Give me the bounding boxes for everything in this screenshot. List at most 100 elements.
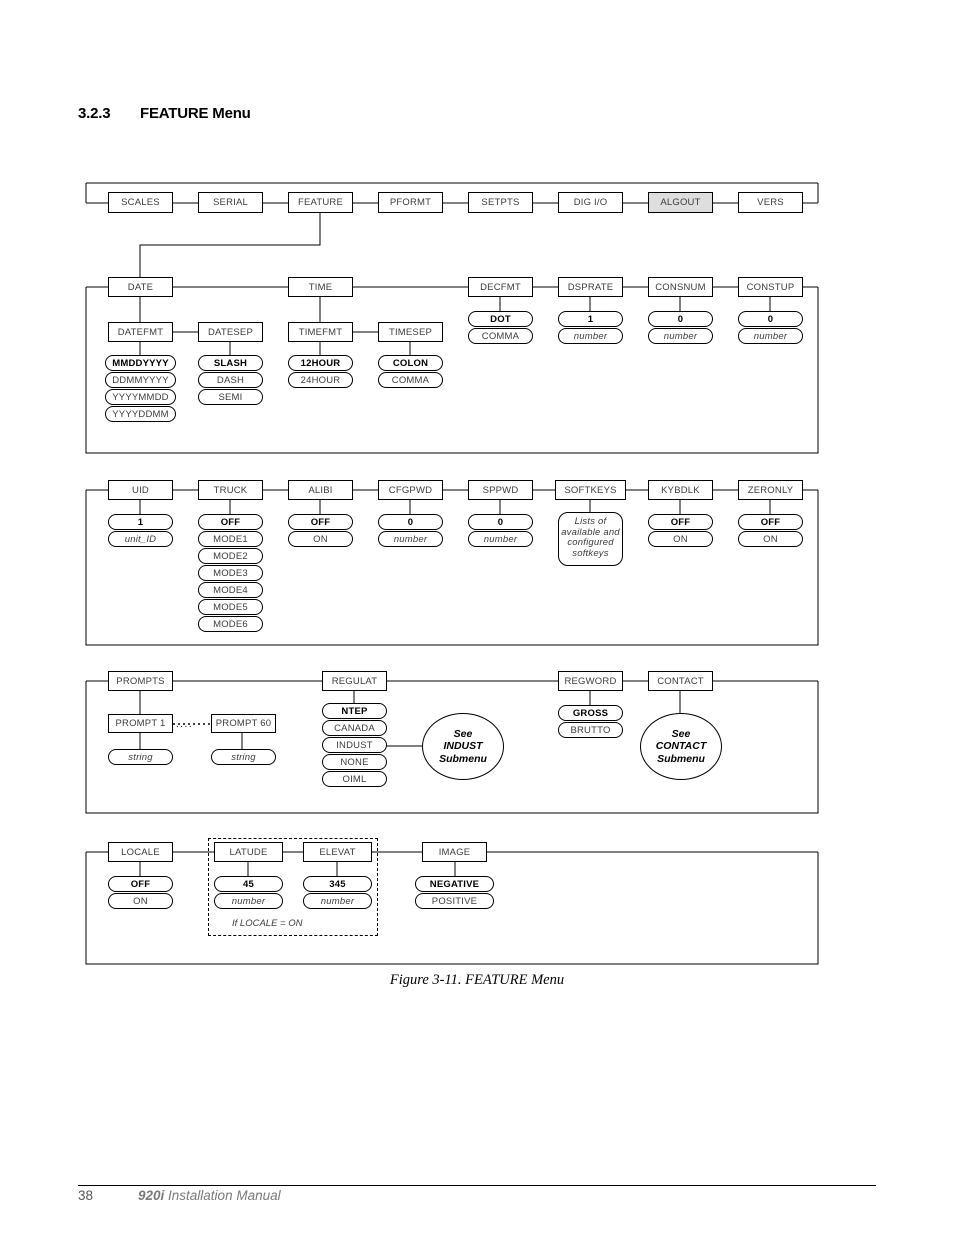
param-box-prompt-1[interactable]: PROMPT 1	[108, 714, 173, 733]
value-pill[interactable]: OFF	[288, 514, 353, 530]
value-pill[interactable]: 1	[108, 514, 173, 530]
softkeys-note-pill[interactable]: Lists of available and configured softke…	[558, 512, 623, 566]
value-pill[interactable]: string	[108, 749, 173, 765]
value-pill[interactable]: number	[648, 328, 713, 344]
page-number: 38	[78, 1188, 94, 1203]
value-pill[interactable]: NEGATIVE	[415, 876, 494, 892]
param-box-consnum[interactable]: CONSNUM	[648, 277, 713, 297]
submenu-ref-line3: Submenu	[657, 752, 705, 765]
param-box-dsprate[interactable]: DSPRATE	[558, 277, 623, 297]
param-box-regulat[interactable]: REGULAT	[322, 671, 387, 691]
value-pill[interactable]: MODE4	[198, 582, 263, 598]
value-pill[interactable]: ON	[108, 893, 173, 909]
submenu-ref-indust[interactable]: See INDUST Submenu	[422, 713, 504, 780]
value-pill[interactable]: SLASH	[198, 355, 263, 371]
param-box-uid[interactable]: UID	[108, 480, 173, 500]
value-pill[interactable]: MODE2	[198, 548, 263, 564]
param-box-date[interactable]: DATE	[108, 277, 173, 297]
param-box-decfmt[interactable]: DECFMT	[468, 277, 533, 297]
value-pill[interactable]: DOT	[468, 311, 533, 327]
value-pill[interactable]: MODE3	[198, 565, 263, 581]
param-box-locale[interactable]: LOCALE	[108, 842, 173, 862]
value-pill[interactable]: 45	[214, 876, 283, 892]
param-box-sppwd[interactable]: SPPWD	[468, 480, 533, 500]
submenu-ref-line2: CONTACT	[655, 740, 707, 753]
value-pill[interactable]: COMMA	[468, 328, 533, 344]
menu-box-dig-io[interactable]: DIG I/O	[558, 192, 623, 213]
submenu-ref-contact[interactable]: See CONTACT Submenu	[640, 713, 722, 780]
param-box-truck[interactable]: TRUCK	[198, 480, 263, 500]
value-pill[interactable]: NTEP	[322, 703, 387, 719]
value-pill[interactable]: COMMA	[378, 372, 443, 388]
value-pill[interactable]: DASH	[198, 372, 263, 388]
menu-box-feature[interactable]: FEATURE	[288, 192, 353, 213]
value-pill[interactable]: string	[211, 749, 276, 765]
menu-box-vers[interactable]: VERS	[738, 192, 803, 213]
value-pill[interactable]: OFF	[198, 514, 263, 530]
menu-box-setpts[interactable]: SETPTS	[468, 192, 533, 213]
param-box-time[interactable]: TIME	[288, 277, 353, 297]
value-pill[interactable]: 0	[468, 514, 533, 530]
value-pill[interactable]: 12HOUR	[288, 355, 353, 371]
param-box-latude[interactable]: LATUDE	[214, 842, 283, 862]
value-pill[interactable]: COLON	[378, 355, 443, 371]
param-box-prompt-60[interactable]: PROMPT 60	[211, 714, 276, 733]
value-pill[interactable]: number	[303, 893, 372, 909]
param-box-alibi[interactable]: ALIBI	[288, 480, 353, 500]
value-pill[interactable]: OFF	[108, 876, 173, 892]
value-pill[interactable]: number	[214, 893, 283, 909]
value-pill[interactable]: NONE	[322, 754, 387, 770]
param-box-prompts[interactable]: PROMPTS	[108, 671, 173, 691]
value-pill[interactable]: GROSS	[558, 705, 623, 721]
param-box-timesep[interactable]: TIMESEP	[378, 322, 443, 342]
value-pill[interactable]: MMDDYYYY	[105, 355, 176, 371]
value-pill[interactable]: number	[378, 531, 443, 547]
value-pill[interactable]: number	[468, 531, 533, 547]
menu-box-scales[interactable]: SCALES	[108, 192, 173, 213]
value-pill[interactable]: 0	[378, 514, 443, 530]
menu-box-algout[interactable]: ALGOUT	[648, 192, 713, 213]
param-box-regword[interactable]: REGWORD	[558, 671, 623, 691]
value-pill[interactable]: OIML	[322, 771, 387, 787]
value-pill[interactable]: BRUTTO	[558, 722, 623, 738]
value-pill[interactable]: MODE5	[198, 599, 263, 615]
value-pill[interactable]: INDUST	[322, 737, 387, 753]
param-box-elevat[interactable]: ELEVAT	[303, 842, 372, 862]
feature-menu-diagram: SCALES SERIAL FEATURE PFORMT SETPTS DIG …	[0, 0, 954, 1000]
param-box-softkeys[interactable]: SOFTKEYS	[555, 480, 626, 500]
value-pill[interactable]: OFF	[738, 514, 803, 530]
value-pill[interactable]: 1	[558, 311, 623, 327]
value-pill[interactable]: ON	[648, 531, 713, 547]
value-pill[interactable]: MODE6	[198, 616, 263, 632]
param-box-kybdlk[interactable]: KYBDLK	[648, 480, 713, 500]
figure-caption: Figure 3-11. FEATURE Menu	[389, 972, 565, 988]
param-box-cfgpwd[interactable]: CFGPWD	[378, 480, 443, 500]
value-pill[interactable]: ON	[288, 531, 353, 547]
menu-box-serial[interactable]: SERIAL	[198, 192, 263, 213]
menu-box-pformt[interactable]: PFORMT	[378, 192, 443, 213]
page-footer: 38 920i Installation Manual	[78, 1188, 878, 1203]
value-pill[interactable]: POSITIVE	[415, 893, 494, 909]
param-box-image[interactable]: IMAGE	[422, 842, 487, 862]
value-pill[interactable]: MODE1	[198, 531, 263, 547]
value-pill[interactable]: 0	[648, 311, 713, 327]
value-pill[interactable]: SEMI	[198, 389, 263, 405]
param-box-datesep[interactable]: DATESEP	[198, 322, 263, 342]
value-pill[interactable]: CANADA	[322, 720, 387, 736]
value-pill[interactable]: YYYYMMDD	[105, 389, 176, 405]
value-pill[interactable]: 345	[303, 876, 372, 892]
value-pill[interactable]: 0	[738, 311, 803, 327]
param-box-contact[interactable]: CONTACT	[648, 671, 713, 691]
value-pill[interactable]: ON	[738, 531, 803, 547]
value-pill[interactable]: YYYYDDMM	[105, 406, 176, 422]
value-pill[interactable]: number	[558, 328, 623, 344]
value-pill[interactable]: OFF	[648, 514, 713, 530]
param-box-constup[interactable]: CONSTUP	[738, 277, 803, 297]
param-box-zeronly[interactable]: ZERONLY	[738, 480, 803, 500]
value-pill[interactable]: number	[738, 328, 803, 344]
value-pill[interactable]: unit_ID	[108, 531, 173, 547]
param-box-datefmt[interactable]: DATEFMT	[108, 322, 173, 342]
param-box-timefmt[interactable]: TIMEFMT	[288, 322, 353, 342]
value-pill[interactable]: DDMMYYYY	[105, 372, 176, 388]
value-pill[interactable]: 24HOUR	[288, 372, 353, 388]
